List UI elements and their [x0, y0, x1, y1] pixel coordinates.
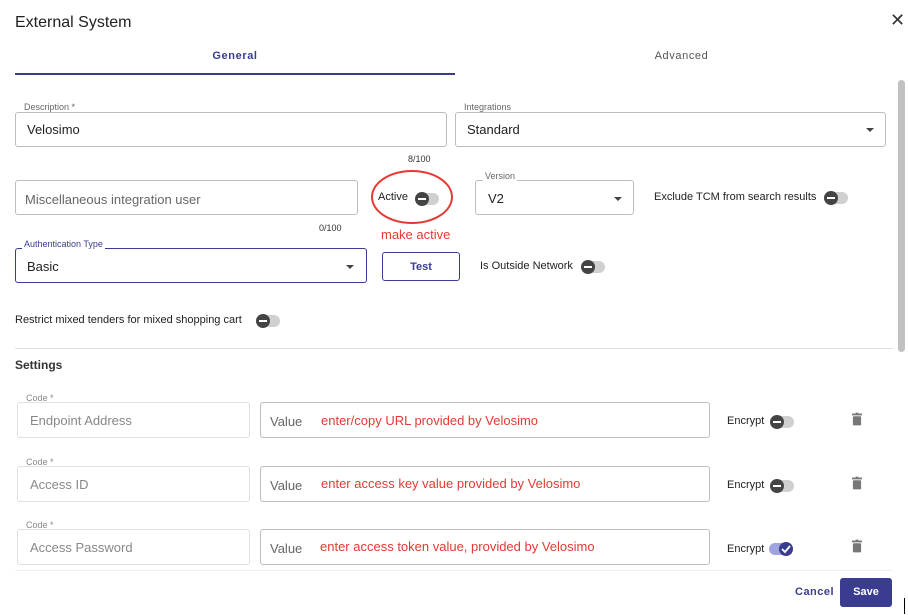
chevron-down-icon [614, 197, 622, 201]
restrict-mixed-label: Restrict mixed tenders for mixed shoppin… [15, 314, 242, 326]
integrations-label: Integrations [462, 102, 514, 112]
encrypt-toggle[interactable] [769, 542, 793, 556]
auth-type-select[interactable]: Basic [15, 248, 367, 283]
cancel-button[interactable]: Cancel [795, 586, 834, 598]
value-field[interactable]: Value enter access key value provided by… [260, 466, 710, 502]
value-annotation: enter access token value, provided by Ve… [320, 539, 595, 554]
value-placeholder: Value [270, 478, 303, 493]
version-label: Version [483, 171, 518, 181]
check-icon [781, 545, 791, 554]
active-label: Active [378, 191, 408, 203]
encrypt-label: Encrypt [727, 543, 765, 555]
code-value: Access Password [30, 540, 133, 555]
test-button[interactable]: Test [382, 252, 460, 281]
value-annotation: enter/copy URL provided by Velosimo [321, 413, 539, 428]
restrict-mixed-toggle[interactable] [256, 314, 280, 328]
trash-icon[interactable] [852, 476, 862, 490]
trash-icon[interactable] [852, 412, 862, 426]
outside-network-label: Is Outside Network [480, 260, 573, 272]
description-value: Velosimo [27, 122, 80, 137]
toggle-knob [415, 192, 429, 206]
outside-network-toggle[interactable] [581, 260, 605, 274]
exclude-tcm-label: Exclude TCM from search results [654, 191, 817, 203]
value-placeholder: Value [270, 414, 303, 429]
value-placeholder: Value [270, 541, 303, 556]
version-select[interactable]: V2 [475, 180, 634, 215]
auth-type-value: Basic [27, 259, 59, 274]
toggle-knob [770, 479, 784, 493]
save-button[interactable]: Save [840, 578, 892, 607]
toggle-knob [581, 260, 595, 274]
integrations-value: Standard [467, 122, 520, 137]
close-icon[interactable]: ✕ [890, 11, 905, 29]
active-toggle[interactable] [415, 192, 439, 206]
toggle-knob [779, 542, 793, 556]
tab-general[interactable]: General [15, 50, 455, 62]
description-counter: 8/100 [408, 154, 431, 164]
code-value: Endpoint Address [30, 413, 132, 428]
code-field[interactable]: Endpoint Address [17, 402, 250, 438]
encrypt-label: Encrypt [727, 479, 765, 491]
code-field[interactable]: Access Password [17, 529, 250, 565]
value-field[interactable]: Value enter access token value, provided… [260, 529, 710, 565]
footer-divider [15, 570, 893, 571]
tab-advanced[interactable]: Advanced [455, 50, 908, 62]
active-tab-indicator [15, 73, 455, 75]
encrypt-label: Encrypt [727, 415, 765, 427]
dialog-title: External System [15, 14, 132, 31]
description-label: Description * [22, 102, 78, 112]
exclude-tcm-toggle[interactable] [824, 191, 848, 205]
section-divider [15, 348, 893, 349]
value-annotation: enter access key value provided by Velos… [321, 476, 581, 491]
value-field[interactable]: Value enter/copy URL provided by Velosim… [260, 402, 710, 438]
user-counter: 0/100 [319, 223, 342, 233]
user-placeholder: Miscellaneous integration user [25, 192, 201, 207]
code-value: Access ID [30, 477, 89, 492]
encrypt-toggle[interactable] [770, 479, 794, 493]
user-field[interactable]: Miscellaneous integration user [15, 180, 358, 215]
code-field[interactable]: Access ID [17, 466, 250, 502]
cursor-caret [904, 598, 905, 614]
chevron-down-icon [346, 265, 354, 269]
toggle-knob [824, 191, 838, 205]
version-value: V2 [488, 191, 504, 206]
scrollbar-thumb[interactable] [898, 80, 905, 352]
settings-title: Settings [15, 358, 63, 372]
chevron-down-icon [866, 128, 874, 132]
toggle-knob [770, 415, 784, 429]
trash-icon[interactable] [852, 539, 862, 553]
encrypt-toggle[interactable] [770, 415, 794, 429]
integrations-select[interactable]: Standard [455, 112, 886, 147]
auth-type-label: Authentication Type [22, 239, 105, 249]
description-field[interactable]: Velosimo [15, 112, 447, 147]
make-active-annotation: make active [381, 227, 451, 242]
toggle-knob [256, 314, 270, 328]
